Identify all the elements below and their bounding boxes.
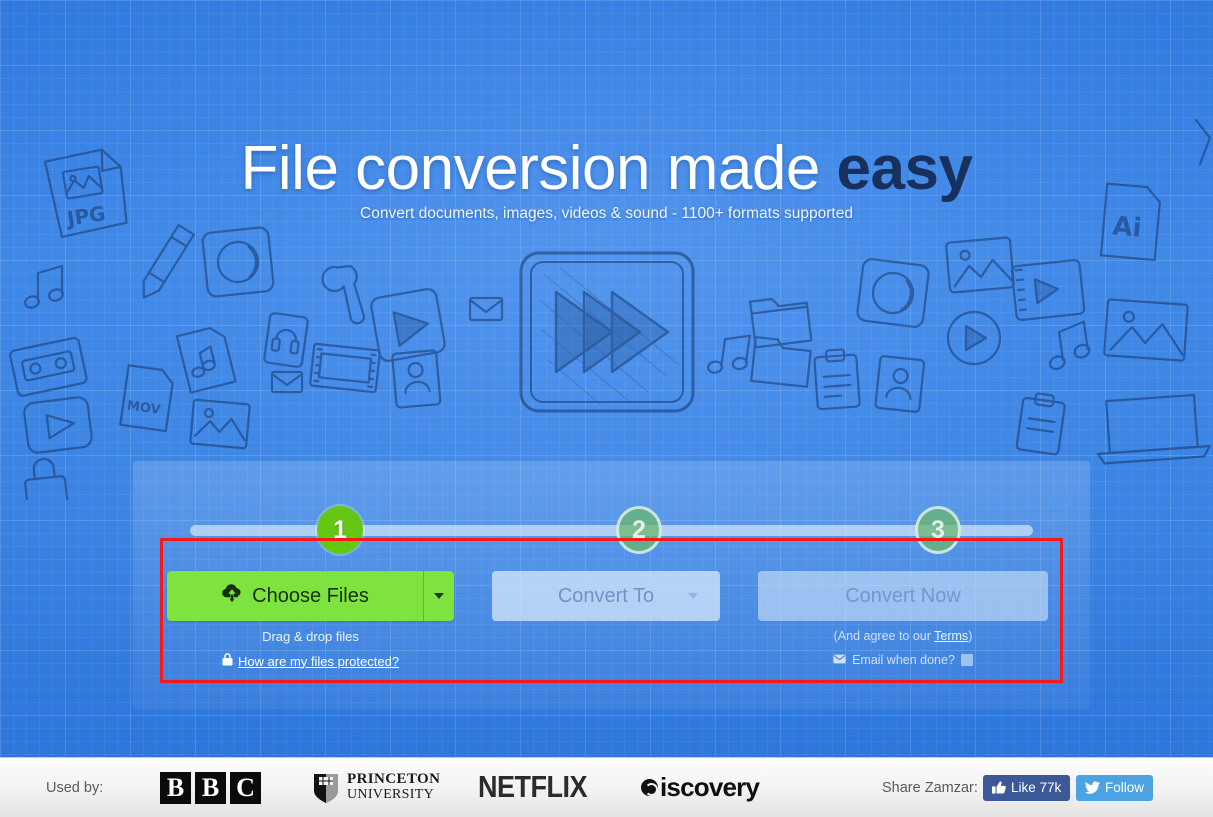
logo-bbc: B B C bbox=[160, 771, 261, 804]
footer-bar: Used by: B B C PRINCETON UNIVERSITY NETF… bbox=[0, 757, 1213, 817]
terms-prefix: (And agree to our bbox=[833, 629, 935, 643]
doodle-contact-card bbox=[391, 349, 442, 409]
logo-princeton: PRINCETON UNIVERSITY bbox=[312, 772, 440, 804]
share-label: Share Zamzar: bbox=[882, 779, 978, 796]
doodle-record-right bbox=[856, 258, 930, 328]
progress-steps: 1 2 3 bbox=[166, 506, 1057, 554]
doodle-lock bbox=[24, 457, 69, 500]
facebook-like-button[interactable]: Like 77k bbox=[983, 774, 1071, 801]
doodle-folder-right bbox=[749, 297, 813, 349]
envelope-icon bbox=[833, 653, 846, 667]
bbc-letter-2: B bbox=[195, 771, 226, 804]
facebook-like-label: Like 77k bbox=[1011, 780, 1062, 795]
choose-files-button[interactable]: Choose Files bbox=[167, 571, 423, 621]
svg-text:MOV: MOV bbox=[126, 398, 161, 418]
chevron-down-icon bbox=[688, 593, 698, 599]
doodle-clipboard-right-2 bbox=[1015, 392, 1066, 456]
doodle-music-note-right bbox=[707, 334, 751, 374]
email-when-done-label: Email when done? bbox=[852, 653, 955, 667]
terms-link[interactable]: Terms bbox=[934, 629, 968, 643]
princeton-line-1: PRINCETON bbox=[347, 771, 441, 788]
doodle-music-note-far-right bbox=[1048, 320, 1091, 371]
page-subtitle: Convert documents, images, videos & soun… bbox=[360, 205, 853, 222]
convert-now-label: Convert Now bbox=[845, 584, 961, 607]
princeton-shield-icon bbox=[312, 772, 340, 804]
terms-suffix: ) bbox=[968, 629, 973, 643]
doodle-image-frame bbox=[189, 398, 251, 450]
used-by-label: Used by: bbox=[46, 779, 104, 796]
logo-netflix: NETFLIX bbox=[478, 770, 588, 804]
page-title: File conversion made easy bbox=[0, 133, 1213, 204]
doodle-cassette bbox=[9, 336, 88, 397]
files-protected-link[interactable]: How are my files protected? bbox=[238, 654, 399, 669]
princeton-line-2: UNIVERSITY bbox=[347, 787, 434, 803]
doodle-envelope-left bbox=[468, 296, 504, 322]
choose-files-group: Choose Files bbox=[167, 571, 454, 621]
choose-files-label: Choose Files bbox=[252, 584, 369, 607]
choose-files-dropdown-button[interactable] bbox=[423, 571, 454, 621]
thumbs-up-icon bbox=[992, 781, 1006, 794]
doodle-pencil bbox=[142, 223, 196, 299]
doodle-mp3-file bbox=[175, 326, 237, 394]
doodle-play-rounded bbox=[23, 396, 93, 454]
doodle-play-circle-right bbox=[946, 310, 1002, 366]
terms-hint: (And agree to our Terms) bbox=[758, 629, 1048, 643]
doodle-folder-right-2 bbox=[750, 336, 812, 388]
doodle-image-frame-right bbox=[945, 236, 1015, 294]
doodle-fast-forward-center bbox=[519, 251, 695, 413]
logo-discovery: iscovery bbox=[641, 772, 760, 803]
drag-drop-hint: Drag & drop files bbox=[262, 629, 359, 644]
doodle-photo-right bbox=[1103, 298, 1189, 362]
bbc-letter-3: C bbox=[230, 771, 261, 804]
doodle-illustrations: JPG MOV Ai bbox=[0, 0, 1213, 500]
doodle-headphones bbox=[263, 312, 309, 368]
headline-bold-text: easy bbox=[836, 134, 973, 203]
doodle-clipboard-right bbox=[813, 348, 861, 411]
email-when-done-checkbox[interactable] bbox=[960, 654, 973, 666]
headline-light-text: File conversion made bbox=[240, 134, 837, 203]
doodle-video-card-right bbox=[1010, 258, 1086, 322]
doodle-contact-card-right bbox=[874, 355, 926, 413]
step-indicator-1[interactable]: 1 bbox=[317, 506, 363, 554]
files-protected-row: How are my files protected? bbox=[167, 653, 454, 669]
step-indicator-2[interactable]: 2 bbox=[616, 506, 662, 554]
cloud-upload-icon bbox=[221, 584, 243, 608]
twitter-follow-button[interactable]: Follow bbox=[1076, 774, 1154, 801]
lock-icon bbox=[222, 653, 233, 669]
twitter-bird-icon bbox=[1085, 781, 1100, 794]
doodle-record-icon bbox=[201, 226, 275, 298]
bbc-letter-1: B bbox=[160, 771, 191, 804]
convert-now-button[interactable]: Convert Now bbox=[758, 571, 1048, 621]
doodle-play-square bbox=[370, 288, 446, 362]
discovery-globe-icon bbox=[641, 779, 658, 796]
email-when-done-row: Email when done? bbox=[758, 653, 1048, 667]
convert-to-dropdown[interactable]: Convert To bbox=[492, 571, 720, 621]
chevron-down-icon bbox=[434, 593, 444, 599]
doodle-wrench bbox=[321, 264, 366, 325]
doodle-mov-file: MOV bbox=[119, 364, 174, 433]
doodle-envelope-lower bbox=[270, 370, 304, 394]
step-indicator-3[interactable]: 3 bbox=[915, 506, 961, 554]
doodle-film-strip bbox=[309, 342, 381, 394]
princeton-text: PRINCETON UNIVERSITY bbox=[347, 772, 440, 802]
hero-section: JPG MOV Ai File conversion made easy Con… bbox=[0, 0, 1213, 757]
twitter-follow-label: Follow bbox=[1105, 780, 1145, 795]
converter-actions: Choose Files Convert To Convert Now Drag… bbox=[167, 571, 1048, 683]
discovery-text: iscovery bbox=[660, 772, 760, 802]
convert-to-label: Convert To bbox=[557, 584, 655, 607]
doodle-laptop-right bbox=[1096, 393, 1211, 465]
doodle-music-note bbox=[24, 264, 64, 309]
zamzar-homepage: JPG MOV Ai File conversion made easy Con… bbox=[0, 0, 1213, 817]
